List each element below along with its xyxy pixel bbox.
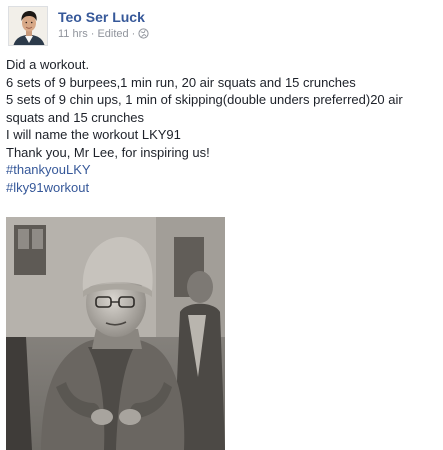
globe-icon[interactable] [138,28,149,43]
avatar-photo [9,7,47,45]
post-meta: 11 hrs · Edited · [58,27,149,43]
timestamp-link[interactable]: 11 hrs [58,28,88,40]
hashtag-link-lky91workout[interactable]: #lky91workout [6,179,438,197]
post-photo[interactable] [6,217,225,450]
message-line: Thank you, Mr Lee, for inspiring us! [6,144,210,160]
author-name-link[interactable]: Teo Ser Luck [58,9,149,26]
meta-separator: · [131,28,136,40]
message-line: I will name the workout LKY91 [6,127,181,142]
post-message: Did a workout. 6 sets of 9 burpees,1 min… [6,56,438,196]
edited-link[interactable]: Edited [97,28,128,40]
post-header: Teo Ser Luck 11 hrs · Edited · [58,9,149,43]
message-line: Did a workout. [6,57,90,72]
meta-separator: · [90,28,95,40]
avatar[interactable] [8,6,48,46]
message-line: 5 sets of 9 chin ups, 1 min of skipping(… [6,92,403,107]
facebook-post: Teo Ser Luck 11 hrs · Edited · Did a workou… [0,0,443,450]
hashtag-link-thankyoulky[interactable]: #thankyouLKY [6,161,438,179]
jogging-man-photo [6,217,225,450]
message-line: 6 sets of 9 burpees,1 min run, 20 air sq… [6,74,356,90]
message-line: squats and 15 crunches [6,109,145,125]
